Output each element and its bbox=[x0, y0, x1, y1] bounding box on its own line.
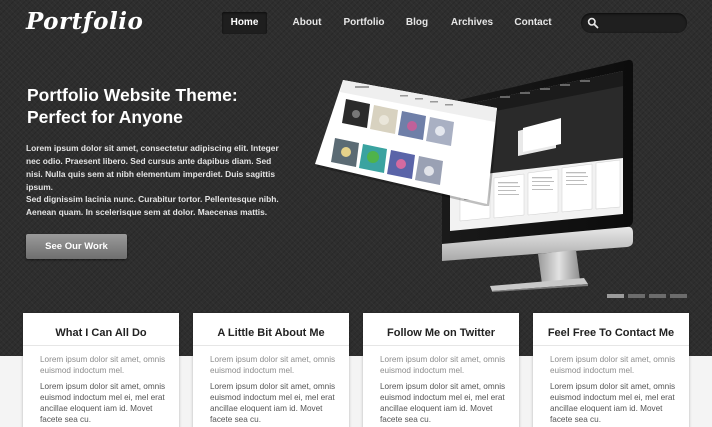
nav-blog[interactable]: Blog bbox=[403, 12, 431, 34]
box-intro: Lorem ipsum dolor sit amet, omnis euismo… bbox=[380, 355, 506, 375]
slider-dot-2[interactable] bbox=[628, 294, 645, 298]
box-title: A Little Bit About Me bbox=[217, 327, 325, 339]
nav-portfolio[interactable]: Portfolio bbox=[340, 12, 388, 34]
feature-box-twitter: Follow Me on Twitter Lorem ipsum dolor s… bbox=[363, 313, 519, 427]
feature-box-about: A Little Bit About Me Lorem ipsum dolor … bbox=[193, 313, 349, 427]
browser-window-illustration bbox=[315, 80, 497, 206]
nav-archives[interactable]: Archives bbox=[450, 12, 494, 34]
box-title: Feel Free To Contact Me bbox=[547, 327, 675, 339]
box-body: Lorem ipsum dolor sit amet, omnis euismo… bbox=[550, 382, 676, 424]
hero-paragraph-2: Sed dignissim lacinia nunc. Curabitur to… bbox=[26, 194, 279, 217]
box-body: Lorem ipsum dolor sit amet, omnis euismo… bbox=[40, 382, 166, 424]
box-intro: Lorem ipsum dolor sit amet, omnis euismo… bbox=[210, 355, 336, 375]
slider-dot-4[interactable] bbox=[670, 294, 687, 298]
hero-title: Portfolio Website Theme: Perfect for Any… bbox=[27, 84, 277, 128]
hero-section: Portfolio Home About Portfolio Blog Arch… bbox=[0, 0, 712, 356]
search-input[interactable] bbox=[601, 15, 681, 31]
box-divider bbox=[23, 345, 179, 346]
box-divider bbox=[193, 345, 349, 346]
feature-box-skills: What I Can All Do Lorem ipsum dolor sit … bbox=[23, 313, 179, 427]
box-intro: Lorem ipsum dolor sit amet, omnis euismo… bbox=[40, 355, 166, 375]
nav-contact[interactable]: Contact bbox=[513, 12, 553, 34]
slider-dot-1[interactable] bbox=[607, 294, 624, 298]
site-logo[interactable]: Portfolio bbox=[26, 8, 143, 35]
see-our-work-button[interactable]: See Our Work bbox=[26, 234, 127, 259]
hero-title-line1: Portfolio Website Theme: bbox=[27, 85, 238, 105]
box-body: Lorem ipsum dolor sit amet, omnis euismo… bbox=[380, 382, 506, 424]
search-box[interactable] bbox=[581, 13, 687, 33]
nav-about[interactable]: About bbox=[286, 12, 328, 34]
box-title: Follow Me on Twitter bbox=[387, 327, 495, 339]
feature-box-contact: Feel Free To Contact Me Lorem ipsum dolo… bbox=[533, 313, 689, 427]
hero-paragraph-1: Lorem ipsum dolor sit amet, consectetur … bbox=[26, 143, 279, 192]
box-divider bbox=[363, 345, 519, 346]
search-icon[interactable] bbox=[587, 17, 599, 29]
box-title: What I Can All Do bbox=[55, 327, 147, 339]
box-body: Lorem ipsum dolor sit amet, omnis euismo… bbox=[210, 382, 336, 424]
box-divider bbox=[533, 345, 689, 346]
nav-home[interactable]: Home bbox=[222, 12, 267, 34]
hero-title-line2: Perfect for Anyone bbox=[27, 107, 183, 127]
box-intro: Lorem ipsum dolor sit amet, omnis euismo… bbox=[550, 355, 676, 375]
slider-dot-3[interactable] bbox=[649, 294, 666, 298]
